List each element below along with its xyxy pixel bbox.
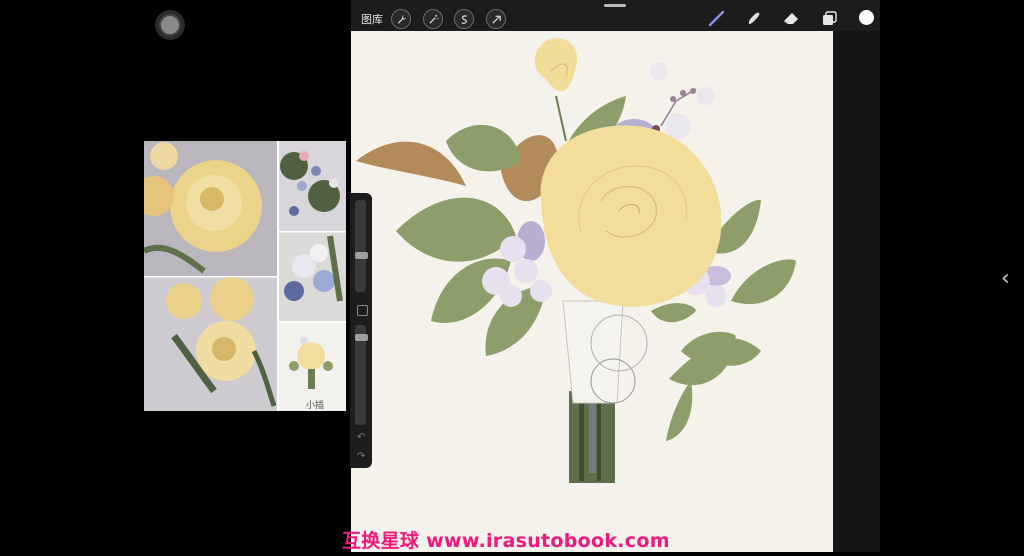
assistive-touch-button[interactable]: [155, 10, 185, 40]
layers-button[interactable]: [818, 7, 840, 29]
layers-icon: [823, 11, 837, 25]
eraser-icon: [783, 13, 798, 25]
gallery-button[interactable]: 图库: [361, 11, 383, 27]
eraser-button[interactable]: [780, 7, 802, 29]
transform-arrow-icon: [491, 15, 501, 24]
assistive-touch-icon: [161, 16, 179, 34]
canvas-margin: [833, 31, 880, 552]
actions-button[interactable]: [391, 9, 411, 29]
reference-collage: [144, 141, 346, 411]
opacity-thumb[interactable]: [355, 334, 368, 341]
smudge-button[interactable]: [743, 7, 765, 29]
brush-icon: [708, 10, 725, 27]
bouquet-illustration: [356, 38, 796, 483]
redo-icon[interactable]: ↷: [357, 451, 365, 462]
color-picker-button[interactable]: [859, 10, 874, 25]
smudge-icon: [748, 12, 760, 24]
brush-button[interactable]: [706, 7, 728, 29]
selection-icon: [460, 14, 467, 24]
transform-button[interactable]: [486, 9, 506, 29]
magic-wand-icon: [428, 14, 438, 24]
brush-size-thumb[interactable]: [355, 252, 368, 259]
selection-button[interactable]: [454, 9, 474, 29]
chevron-left-icon[interactable]: ‹: [1001, 266, 1010, 291]
undo-icon[interactable]: ↶: [357, 432, 365, 443]
drawing-canvas[interactable]: [351, 31, 833, 552]
brush-size-slider[interactable]: [355, 200, 366, 292]
wrench-icon: [397, 14, 406, 24]
reference-thumb-label: 小插: [306, 401, 325, 411]
modify-button[interactable]: [357, 305, 368, 316]
adjustments-button[interactable]: [423, 9, 443, 29]
watermark: 互换星球 www.irasutobook.com: [342, 530, 670, 552]
reference-panel[interactable]: [144, 141, 346, 411]
